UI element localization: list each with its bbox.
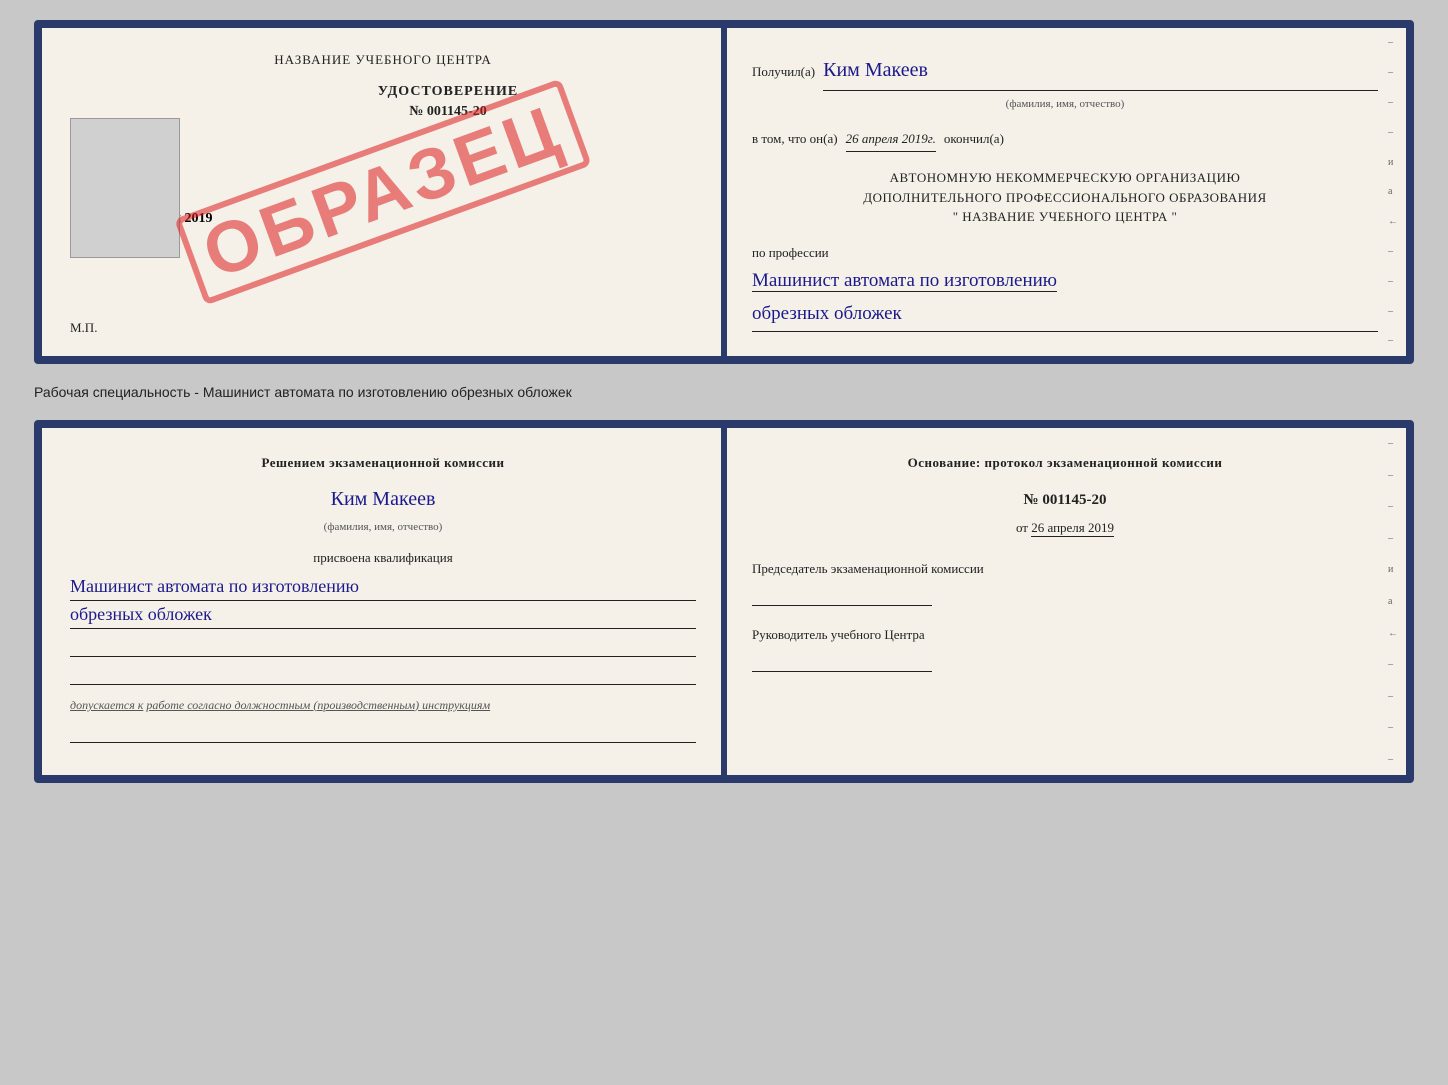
vtom-label: в том, что он(а): [752, 127, 838, 150]
side-marks-top: – – – – и а ← – – – –: [1388, 28, 1398, 356]
blank-line-1: [70, 637, 696, 657]
profession-name-1: Машинист автомата по изготовлению: [752, 270, 1057, 292]
cert-number: № 001145-20: [200, 104, 696, 120]
prisvoena-label: присвоена квалификация: [70, 547, 696, 569]
side-marks-bottom: – – – – и а ← – – – –: [1388, 428, 1398, 775]
bottom-right-content: Основание: протокол экзаменационной коми…: [752, 452, 1378, 672]
protocol-number: № 001145-20: [752, 488, 1378, 514]
predsedatel-block: Председатель экзаменационной комиссии: [752, 560, 1378, 606]
okonchil-label: окончил(а): [944, 127, 1004, 150]
dopusk-prefix: допускается к: [70, 698, 143, 712]
specialty-caption: Рабочая специальность - Машинист автомат…: [34, 382, 1414, 402]
poluchil-label: Получил(а): [752, 60, 815, 83]
mp-label: М.П.: [70, 320, 97, 336]
po-professii-label: по профессии: [752, 241, 1378, 264]
top-document-card: НАЗВАНИЕ УЧЕБНОГО ЦЕНТРА ОБРАЗЕЦ УДОСТОВ…: [34, 20, 1414, 364]
org-line3: " НАЗВАНИЕ УЧЕБНОГО ЦЕНТРА ": [752, 207, 1378, 227]
profession-name-2: обрезных обложек: [752, 297, 1378, 332]
fio-hint-top: (фамилия, имя, отчество): [752, 95, 1378, 115]
komissia-person-name: Ким Макеев: [70, 482, 696, 516]
rukovoditel-block: Руководитель учебного Центра: [752, 626, 1378, 672]
cert-type-label: УДОСТОВЕРЕНИЕ: [200, 84, 696, 100]
finished-date: 26 апреля 2019г.: [846, 127, 936, 152]
document-container: НАЗВАНИЕ УЧЕБНОГО ЦЕНТРА ОБРАЗЕЦ УДОСТОВ…: [34, 20, 1414, 783]
dopusk-row: допускается к работе согласно должностны…: [70, 695, 696, 715]
bottom-right-half: Основание: протокол экзаменационной коми…: [724, 428, 1406, 775]
predsedatel-title: Председатель экзаменационной комиссии: [752, 560, 1378, 578]
org-line1: АВТОНОМНУЮ НЕКОММЕРЧЕСКУЮ ОРГАНИЗАЦИЮ: [752, 168, 1378, 188]
recipient-row: Получил(а) Ким Макеев: [752, 52, 1378, 91]
rukovoditel-title: Руководитель учебного Центра: [752, 626, 1378, 644]
bottom-left-content: Решением экзаменационной комиссии Ким Ма…: [70, 452, 696, 743]
blank-line-2: [70, 665, 696, 685]
protocol-date-prefix: от: [1016, 520, 1028, 535]
osnovanie-title: Основание: протокол экзаменационной коми…: [752, 452, 1378, 474]
top-right-half: Получил(а) Ким Макеев (фамилия, имя, отч…: [724, 28, 1406, 356]
dopusk-text: работе согласно должностным (производств…: [146, 698, 490, 712]
bottom-left-half: Решением экзаменационной комиссии Ким Ма…: [42, 428, 724, 775]
photo-area: [70, 118, 180, 258]
predsedatel-signature-line: [752, 586, 932, 606]
komissia-title: Решением экзаменационной комиссии: [70, 452, 696, 474]
school-title: НАЗВАНИЕ УЧЕБНОГО ЦЕНТРА: [70, 52, 696, 68]
org-line2: ДОПОЛНИТЕЛЬНОГО ПРОФЕССИОНАЛЬНОГО ОБРАЗО…: [752, 188, 1378, 208]
recipient-name: Ким Макеев: [823, 52, 1378, 91]
kvalif-name-1: Машинист автомата по изготовлению: [70, 573, 696, 601]
top-left-half: НАЗВАНИЕ УЧЕБНОГО ЦЕНТРА ОБРАЗЕЦ УДОСТОВ…: [42, 28, 724, 356]
komissia-fio-hint: (фамилия, имя, отчество): [70, 518, 696, 537]
rukovoditel-signature-line: [752, 652, 932, 672]
vtom-row: в том, что он(а) 26 апреля 2019г. окончи…: [752, 127, 1378, 152]
kvalif-name-2: обрезных обложек: [70, 601, 696, 629]
top-right-content: Получил(а) Ким Макеев (фамилия, имя, отч…: [752, 52, 1378, 332]
bottom-document-card: Решением экзаменационной комиссии Ким Ма…: [34, 420, 1414, 783]
org-block: АВТОНОМНУЮ НЕКОММЕРЧЕСКУЮ ОРГАНИЗАЦИЮ ДО…: [752, 168, 1378, 227]
protocol-date: от 26 апреля 2019: [752, 517, 1378, 539]
blank-line-3: [70, 723, 696, 743]
protocol-date-value: 26 апреля 2019: [1031, 520, 1114, 537]
